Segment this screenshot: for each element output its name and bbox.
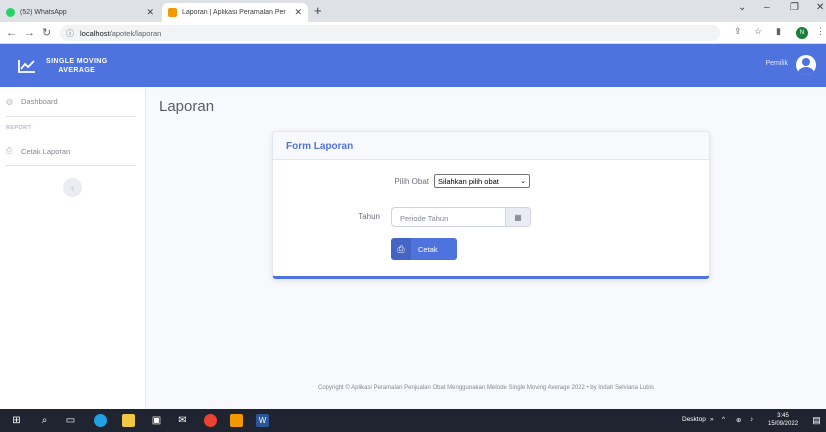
taskbar-clock[interactable]: 3:45 15/09/2022 bbox=[768, 412, 798, 428]
network-icon[interactable]: ⊕ bbox=[736, 416, 741, 424]
footer-copyright: Copyright © Aplikasi Peramalan Penjualan… bbox=[318, 385, 654, 391]
mail-icon[interactable]: ✉ bbox=[176, 414, 189, 427]
expand-icon[interactable]: » bbox=[710, 416, 714, 423]
tahun-placeholder: Periode Tahun bbox=[400, 214, 449, 223]
clock-date: 15/09/2022 bbox=[768, 421, 799, 427]
share-icon[interactable]: ⇪ bbox=[734, 26, 742, 37]
close-window-icon[interactable]: ✕ bbox=[816, 2, 824, 13]
reload-icon[interactable]: ↻ bbox=[42, 25, 51, 41]
app-favicon-icon bbox=[168, 8, 177, 17]
windows-start-icon[interactable]: ⊞ bbox=[10, 414, 23, 427]
page-title: Laporan bbox=[159, 98, 215, 115]
star-icon[interactable]: ☆ bbox=[754, 26, 762, 37]
file-explorer-icon[interactable] bbox=[122, 414, 135, 427]
url-path: /apotek/laporan bbox=[109, 28, 162, 38]
menu-icon[interactable]: ⋮ bbox=[816, 26, 825, 37]
sidebar-item-cetak-laporan[interactable]: ⎙ Cetak Laporan bbox=[6, 144, 70, 158]
calendar-icon[interactable]: ▦ bbox=[505, 208, 530, 226]
dashboard-icon: ◍ bbox=[6, 96, 13, 106]
url-host: localhost bbox=[80, 28, 110, 38]
chart-line-icon bbox=[18, 59, 35, 73]
obat-selected-value: Silahkan pilih obat bbox=[438, 176, 499, 186]
app-icon[interactable] bbox=[230, 414, 243, 427]
brand-line-2: AVERAGE bbox=[58, 66, 96, 74]
tab-laporan[interactable]: Laporan | Aplikasi Peramalan Per ✕ bbox=[162, 3, 308, 22]
edge-icon[interactable] bbox=[94, 414, 107, 427]
print-icon: ⎙ bbox=[391, 238, 411, 260]
obat-label: Pilih Obat bbox=[394, 177, 429, 186]
card-header: Form Laporan bbox=[273, 132, 709, 160]
search-icon[interactable]: ⌕ bbox=[38, 414, 51, 427]
new-tab-icon[interactable]: + bbox=[314, 3, 322, 19]
brand[interactable]: SINGLE MOVING AVERAGE bbox=[0, 44, 146, 87]
card-title: Form Laporan bbox=[286, 141, 354, 152]
tahun-label: Tahun bbox=[358, 212, 380, 221]
cetak-button-label: Cetak bbox=[418, 244, 438, 254]
chrome-icon[interactable] bbox=[204, 414, 217, 427]
tahun-input[interactable]: Periode Tahun ▦ bbox=[391, 207, 531, 227]
brand-name: SINGLE MOVING AVERAGE bbox=[46, 57, 108, 75]
url-field[interactable]: ⓘ localhost/apotek/laporan bbox=[60, 25, 720, 41]
notification-icon[interactable]: ▤ bbox=[810, 414, 823, 427]
back-icon[interactable]: ← bbox=[6, 25, 17, 41]
close-icon[interactable]: ✕ bbox=[146, 7, 154, 18]
profile-avatar[interactable]: N bbox=[796, 27, 808, 39]
sidebar-toggle-button[interactable]: ‹ bbox=[63, 178, 82, 197]
word-icon[interactable]: W bbox=[256, 414, 269, 427]
sidebar-item-label: Cetak Laporan bbox=[21, 146, 71, 156]
sidebar-item-label: Dashboard bbox=[21, 96, 58, 106]
app-topbar: SINGLE MOVING AVERAGE Pemilik bbox=[0, 44, 826, 87]
avatar[interactable] bbox=[796, 55, 816, 75]
tab-whatsapp[interactable]: (52) WhatsApp ✕ bbox=[0, 3, 160, 22]
form-card: Form Laporan Pilih Obat Silahkan pilih o… bbox=[272, 131, 710, 279]
os-taskbar: ⊞ ⌕ ▭ ▣ ✉ W Desktop » ^ ⊕ ♪ 3:45 15/09/2… bbox=[0, 409, 826, 432]
user-name[interactable]: Pemilik bbox=[765, 60, 788, 67]
cetak-button[interactable]: ⎙ Cetak bbox=[391, 238, 457, 260]
sidepanel-icon[interactable]: ▮ bbox=[776, 26, 781, 37]
store-icon[interactable]: ▣ bbox=[150, 414, 163, 427]
obat-select[interactable]: Silahkan pilih obat ⌄ bbox=[434, 174, 530, 188]
restore-icon[interactable]: ❐ bbox=[790, 2, 799, 13]
tab-label: (52) WhatsApp bbox=[20, 9, 67, 16]
task-view-icon[interactable]: ▭ bbox=[64, 414, 77, 427]
avatar-head bbox=[802, 58, 810, 66]
whatsapp-icon bbox=[6, 8, 15, 17]
sidebar-heading: REPORT bbox=[6, 125, 32, 131]
clock-time: 3:45 bbox=[777, 413, 789, 419]
print-icon: ⎙ bbox=[6, 146, 13, 155]
browser-tab-bar: (52) WhatsApp ✕ Laporan | Aplikasi Peram… bbox=[0, 0, 826, 22]
address-bar: ← → ↻ ⓘ localhost/apotek/laporan ⇪ ☆ ▮ ⋮ bbox=[0, 22, 826, 44]
sidebar-divider bbox=[6, 165, 136, 166]
main-content: Laporan Form Laporan Pilih Obat Silahkan… bbox=[146, 87, 826, 409]
desktop-label[interactable]: Desktop bbox=[682, 416, 706, 423]
brand-line-1: SINGLE MOVING bbox=[46, 57, 108, 65]
chevron-down-icon[interactable]: ⌄ bbox=[738, 2, 746, 13]
avatar-body bbox=[798, 67, 814, 75]
chevron-down-icon: ⌄ bbox=[520, 178, 526, 185]
minimize-icon[interactable]: – bbox=[764, 2, 770, 13]
volume-icon[interactable]: ♪ bbox=[750, 416, 753, 423]
info-icon[interactable]: ⓘ bbox=[66, 28, 74, 39]
close-icon[interactable]: ✕ bbox=[294, 7, 302, 18]
forward-icon[interactable]: → bbox=[24, 25, 35, 41]
sidebar: ◍ Dashboard REPORT ⎙ Cetak Laporan ‹ bbox=[0, 87, 146, 409]
chevron-up-icon[interactable]: ^ bbox=[722, 416, 725, 423]
sidebar-item-dashboard[interactable]: ◍ Dashboard bbox=[6, 94, 58, 108]
tab-label: Laporan | Aplikasi Peramalan Per bbox=[182, 9, 286, 16]
sidebar-divider bbox=[6, 116, 136, 117]
